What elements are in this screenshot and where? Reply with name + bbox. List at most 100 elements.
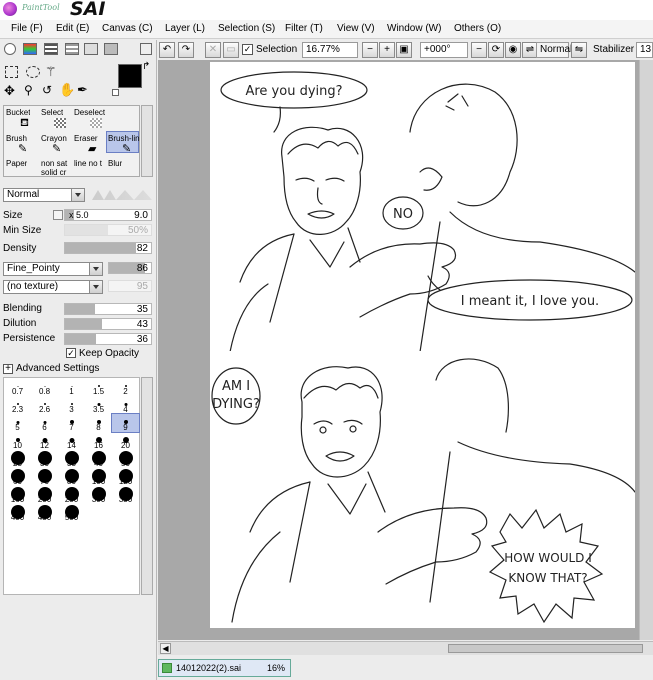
zoom-field[interactable]: 16.77% [302,42,358,58]
size-option[interactable]: 300 [85,486,112,504]
size-option[interactable]: 9 [111,413,140,433]
rotate-cw-icon[interactable]: ⟳ [488,42,504,58]
scratchpad-icon[interactable] [84,43,98,55]
rect-select-icon[interactable] [5,66,18,78]
zoom-out-icon[interactable]: − [362,42,378,58]
hand-icon[interactable]: ✋ [59,82,75,98]
swap-colors-icon[interactable]: ↱ [142,61,150,72]
size-option[interactable]: 2.6 [31,396,58,414]
menu-view[interactable]: View (V) [337,23,375,34]
brush-shape-icons[interactable] [92,190,152,200]
size-option[interactable]: 60 [4,468,31,486]
selection-checkbox[interactable]: ✓ [242,44,253,55]
size-option[interactable]: 450 [31,504,58,522]
primary-color-swatch[interactable] [118,64,142,88]
size-menu-icon[interactable] [53,210,63,220]
mirror-icon[interactable]: ⇋ [571,42,587,58]
minsize-slider[interactable]: 50% [64,224,152,236]
deselect-icon[interactable]: ▭ [223,42,239,58]
texture-dropdown[interactable]: (no texture) [3,280,103,294]
tool-paper[interactable]: Paper [6,159,27,168]
menu-layer[interactable]: Layer (L) [165,23,205,34]
rotate-ccw-icon[interactable]: − [471,42,487,58]
panel-menu-icon[interactable] [140,43,152,55]
size-option[interactable]: 40 [85,450,112,468]
transparent-color-icon[interactable] [112,89,119,96]
lasso-icon[interactable] [26,66,40,78]
zoom-in-icon[interactable]: + [379,42,395,58]
size-option[interactable]: 80 [58,468,85,486]
canvas-area[interactable]: Are you dying? NO I meant it, I love you… [158,60,653,640]
shape-strength-slider[interactable]: 86 [108,262,152,274]
blend-mode-field[interactable]: Normal [536,42,572,58]
size-option[interactable]: 25 [4,450,31,468]
scroll-left-icon[interactable]: ◀ [160,643,171,654]
size-option[interactable]: 30 [31,450,58,468]
size-option[interactable]: 35 [58,450,85,468]
rotation-field[interactable]: +000° [420,42,468,58]
canvas-page[interactable]: Are you dying? NO I meant it, I love you… [210,62,636,628]
move-icon[interactable]: ✥ [4,83,15,99]
redo-icon[interactable]: ↷ [178,42,194,58]
horizontal-scrollbar[interactable]: ◀ [158,641,653,655]
size-option[interactable]: 200 [31,486,58,504]
zoom-reset-icon[interactable]: ▣ [396,42,412,58]
size-option[interactable]: 2 [112,378,139,396]
tool-non-sat[interactable]: non sat solid cr [41,159,73,177]
cut-icon[interactable]: ✕ [205,42,221,58]
size-option[interactable]: 5 [4,414,31,432]
tool-bucket[interactable]: Bucket [6,108,30,117]
hsv-slider-icon[interactable] [44,43,58,55]
size-option[interactable]: 10 [4,432,31,450]
size-option[interactable]: 1.5 [85,378,112,396]
size-option[interactable]: 3 [58,396,85,414]
dilution-slider[interactable]: 43 [64,318,152,330]
scroll-thumb[interactable] [448,644,643,653]
rotate-icon[interactable]: ↺ [42,83,52,97]
blending-slider[interactable]: 35 [64,303,152,315]
menu-selection[interactable]: Selection (S) [218,23,275,34]
size-option[interactable]: 250 [58,486,85,504]
tool-deselect[interactable]: Deselect [74,108,105,117]
swatches-icon[interactable] [65,43,79,55]
size-option[interactable]: 50 [112,450,139,468]
texture-strength-slider[interactable]: 95 [108,280,152,292]
size-option[interactable]: 400 [4,504,31,522]
stabilizer-field[interactable]: 13 [636,42,653,58]
advanced-settings-label[interactable]: Advanced Settings [16,363,99,374]
size-option[interactable]: 6 [31,414,58,432]
color-history-icon[interactable] [104,43,118,55]
brush-shape-dropdown[interactable]: Fine_Pointy [3,262,103,276]
size-slider[interactable]: x 5.0 9.0 [64,209,152,221]
size-option[interactable]: 70 [31,468,58,486]
size-option[interactable]: 160 [4,486,31,504]
size-option[interactable]: 16 [85,432,112,450]
density-slider[interactable]: 82 [64,242,152,254]
tool-select[interactable]: Select [41,108,63,117]
persistence-slider[interactable]: 36 [64,333,152,345]
size-option[interactable]: 500 [58,504,85,522]
zoom-icon[interactable]: ⚲ [24,83,33,97]
vertical-scrollbar[interactable] [639,60,653,640]
rotate-reset-icon[interactable]: ◉ [505,42,521,58]
size-option[interactable]: 3.5 [85,396,112,414]
blend-mode-dropdown[interactable]: Normal [3,188,85,202]
size-option[interactable]: 0.8 [31,378,58,396]
tool-line-no[interactable]: line no t [74,159,106,168]
size-option[interactable]: 8 [85,414,112,432]
menu-window[interactable]: Window (W) [387,23,441,34]
keep-opacity-checkbox[interactable]: ✓ [66,348,76,358]
tool-grid-scrollbar[interactable] [141,105,153,177]
size-option[interactable]: 14 [58,432,85,450]
size-option[interactable]: 2.3 [4,396,31,414]
magic-wand-icon[interactable]: ⚚ [45,64,57,80]
menu-filter[interactable]: Filter (T) [285,23,323,34]
file-tab[interactable]: 14012022(2).sai 16% [158,659,291,677]
color-wheel-icon[interactable] [4,43,16,55]
menu-others[interactable]: Others (O) [454,23,501,34]
size-option[interactable]: 12 [31,432,58,450]
expand-icon[interactable]: + [3,364,13,374]
eyedropper-icon[interactable]: ✒ [77,82,88,98]
rgb-slider-icon[interactable] [23,43,37,55]
menu-file[interactable]: File (F) [11,23,43,34]
